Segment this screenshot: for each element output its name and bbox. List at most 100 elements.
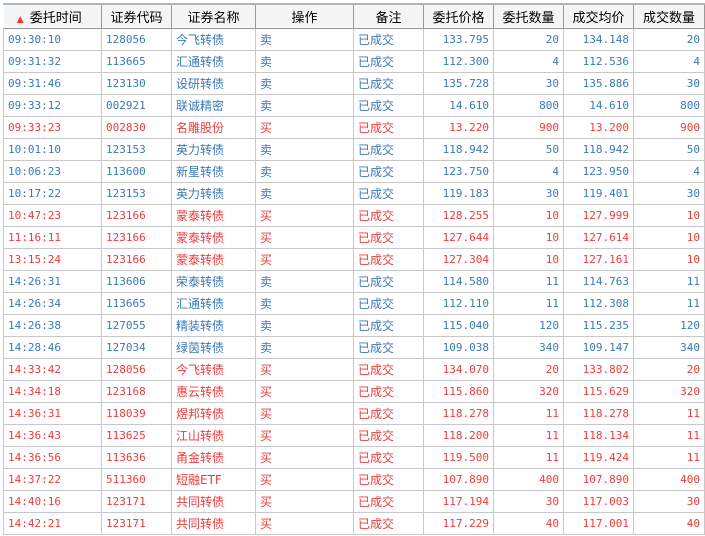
cell-name: 蒙泰转债 <box>171 226 256 249</box>
column-header-remark[interactable]: 备注 <box>353 5 424 29</box>
cell-name: 英力转债 <box>171 138 256 161</box>
table-row[interactable]: 09:33:12 002921 联诚精密卖已成交 14.610 800 14.610 800 <box>3 94 705 117</box>
cell-order-time: 14:34:18 <box>3 380 102 403</box>
cell-order-qty: 800 <box>493 94 564 117</box>
table-row[interactable]: 10:01:10 123153 英力转债卖已成交 118.942 50 118.942 50 <box>3 138 705 161</box>
cell-avg-price: 133.802 <box>563 358 634 381</box>
orders-table: ▲ 委托时间 证券代码 证券名称 操作 备注 委托价格 委托数量 成交均价 成交数… <box>3 5 705 535</box>
cell-order-price: 127.304 <box>423 248 494 271</box>
cell-order-time: 14:37:22 <box>3 468 102 491</box>
cell-action: 买 <box>255 380 354 403</box>
cell-order-price: 127.644 <box>423 226 494 249</box>
cell-order-qty: 4 <box>493 50 564 73</box>
cell-code: 123168 <box>101 380 172 403</box>
cell-order-price: 115.040 <box>423 314 494 337</box>
cell-order-time: 14:36:43 <box>3 424 102 447</box>
cell-order-qty: 11 <box>493 292 564 315</box>
table-row[interactable]: 14:36:56 113636 甬金转债买已成交 119.500 11 119.424 11 <box>3 446 705 469</box>
cell-action: 卖 <box>255 336 354 359</box>
table-row[interactable]: 09:31:46 123130 设研转债卖已成交 135.728 30 135.886 30 <box>3 72 705 95</box>
cell-code: 113606 <box>101 270 172 293</box>
cell-order-price: 135.728 <box>423 72 494 95</box>
column-header-code[interactable]: 证券代码 <box>101 5 172 29</box>
table-row[interactable]: 14:33:42 128056 今飞转债买已成交 134.070 20 133.802 20 <box>3 358 705 381</box>
cell-remark: 已成交 <box>353 204 424 227</box>
cell-avg-price: 117.001 <box>563 512 634 535</box>
cell-avg-price: 119.424 <box>563 446 634 469</box>
cell-code: 123166 <box>101 248 172 271</box>
cell-avg-price: 115.235 <box>563 314 634 337</box>
cell-filled-qty: 11 <box>633 270 705 293</box>
cell-action: 卖 <box>255 270 354 293</box>
cell-name: 名雕股份 <box>171 116 256 139</box>
cell-order-qty: 11 <box>493 424 564 447</box>
cell-remark: 已成交 <box>353 424 424 447</box>
cell-code: 123171 <box>101 490 172 513</box>
table-row[interactable]: 10:06:23 113600 新星转债卖已成交 123.750 4 123.950 4 <box>3 160 705 183</box>
cell-code: 002830 <box>101 116 172 139</box>
cell-action: 买 <box>255 358 354 381</box>
table-row[interactable]: 14:28:46 127034 绿茵转债卖已成交 109.038 340 109.147 3… <box>3 336 705 359</box>
cell-name: 蒙泰转债 <box>171 248 256 271</box>
cell-code: 113625 <box>101 424 172 447</box>
cell-avg-price: 13.200 <box>563 116 634 139</box>
cell-remark: 已成交 <box>353 512 424 535</box>
cell-code: 128056 <box>101 28 172 51</box>
cell-filled-qty: 320 <box>633 380 705 403</box>
cell-code: 127055 <box>101 314 172 337</box>
column-header-filled-qty[interactable]: 成交数量 <box>633 5 705 29</box>
table-row[interactable]: 14:37:22 511360 短融ETF 买已成交 107.890 400 107.890… <box>3 468 705 491</box>
cell-order-price: 14.610 <box>423 94 494 117</box>
cell-order-price: 133.795 <box>423 28 494 51</box>
cell-filled-qty: 30 <box>633 72 705 95</box>
cell-name: 短融ETF <box>171 468 256 491</box>
cell-order-time: 14:26:38 <box>3 314 102 337</box>
table-row[interactable]: 13:15:24 123166 蒙泰转债买已成交 127.304 10 127.161 10 <box>3 248 705 271</box>
table-row[interactable]: 14:42:21 123171 共同转债买已成交 117.229 40 117.001 40 <box>3 512 705 535</box>
table-row[interactable]: 14:36:31 118039 煜邦转债买已成交 118.278 11 118.278 11 <box>3 402 705 425</box>
cell-avg-price: 115.629 <box>563 380 634 403</box>
table-row[interactable]: 09:31:32 113665 汇通转债卖已成交 112.300 4 112.536 4 <box>3 50 705 73</box>
cell-code: 128056 <box>101 358 172 381</box>
table-row[interactable]: 14:36:43 113625 江山转债买已成交 118.200 11 118.134 11 <box>3 424 705 447</box>
cell-order-qty: 900 <box>493 116 564 139</box>
table-row[interactable]: 14:26:34 113665 汇通转债卖已成交 112.110 11 112.308 11 <box>3 292 705 315</box>
cell-avg-price: 114.763 <box>563 270 634 293</box>
table-row[interactable]: 14:26:38 127055 精装转债卖已成交 115.040 120 115.235 1… <box>3 314 705 337</box>
cell-name: 煜邦转债 <box>171 402 256 425</box>
cell-remark: 已成交 <box>353 336 424 359</box>
cell-name: 精装转债 <box>171 314 256 337</box>
table-row[interactable]: 14:40:16 123171 共同转债买已成交 117.194 30 117.003 30 <box>3 490 705 513</box>
column-header-order-qty[interactable]: 委托数量 <box>493 5 564 29</box>
table-row[interactable]: 14:26:31 113606 荣泰转债卖已成交 114.580 11 114.763 11 <box>3 270 705 293</box>
cell-order-time: 09:30:10 <box>3 28 102 51</box>
table-row[interactable]: 09:33:23 002830 名雕股份买已成交 13.220 900 13.200 900 <box>3 116 705 139</box>
cell-order-price: 128.255 <box>423 204 494 227</box>
cell-avg-price: 118.942 <box>563 138 634 161</box>
table-row[interactable]: 14:34:18 123168 惠云转债买已成交 115.860 320 115.629 3… <box>3 380 705 403</box>
cell-action: 卖 <box>255 182 354 205</box>
cell-order-time: 10:01:10 <box>3 138 102 161</box>
cell-order-time: 11:16:11 <box>3 226 102 249</box>
column-header-action[interactable]: 操作 <box>255 5 354 29</box>
column-header-avg-price[interactable]: 成交均价 <box>563 5 634 29</box>
cell-name: 联诚精密 <box>171 94 256 117</box>
table-row[interactable]: 11:16:11 123166 蒙泰转债买已成交 127.644 10 127.614 10 <box>3 226 705 249</box>
cell-action: 买 <box>255 226 354 249</box>
table-row[interactable]: 10:47:23 123166 蒙泰转债买已成交 128.255 10 127.999 10 <box>3 204 705 227</box>
table-row[interactable]: 09:30:10 128056 今飞转债卖已成交 133.795 20 134.148 20 <box>3 28 705 51</box>
cell-code: 113665 <box>101 292 172 315</box>
cell-avg-price: 127.999 <box>563 204 634 227</box>
cell-order-qty: 10 <box>493 204 564 227</box>
column-header-order-price[interactable]: 委托价格 <box>423 5 494 29</box>
cell-remark: 已成交 <box>353 314 424 337</box>
cell-action: 买 <box>255 468 354 491</box>
column-header-name[interactable]: 证券名称 <box>171 5 256 29</box>
cell-action: 卖 <box>255 28 354 51</box>
column-header-order-time[interactable]: ▲ 委托时间 <box>3 5 102 29</box>
table-row[interactable]: 10:17:22 123153 英力转债卖已成交 119.183 30 119.401 30 <box>3 182 705 205</box>
cell-remark: 已成交 <box>353 248 424 271</box>
cell-avg-price: 118.278 <box>563 402 634 425</box>
cell-action: 买 <box>255 402 354 425</box>
cell-order-price: 123.750 <box>423 160 494 183</box>
